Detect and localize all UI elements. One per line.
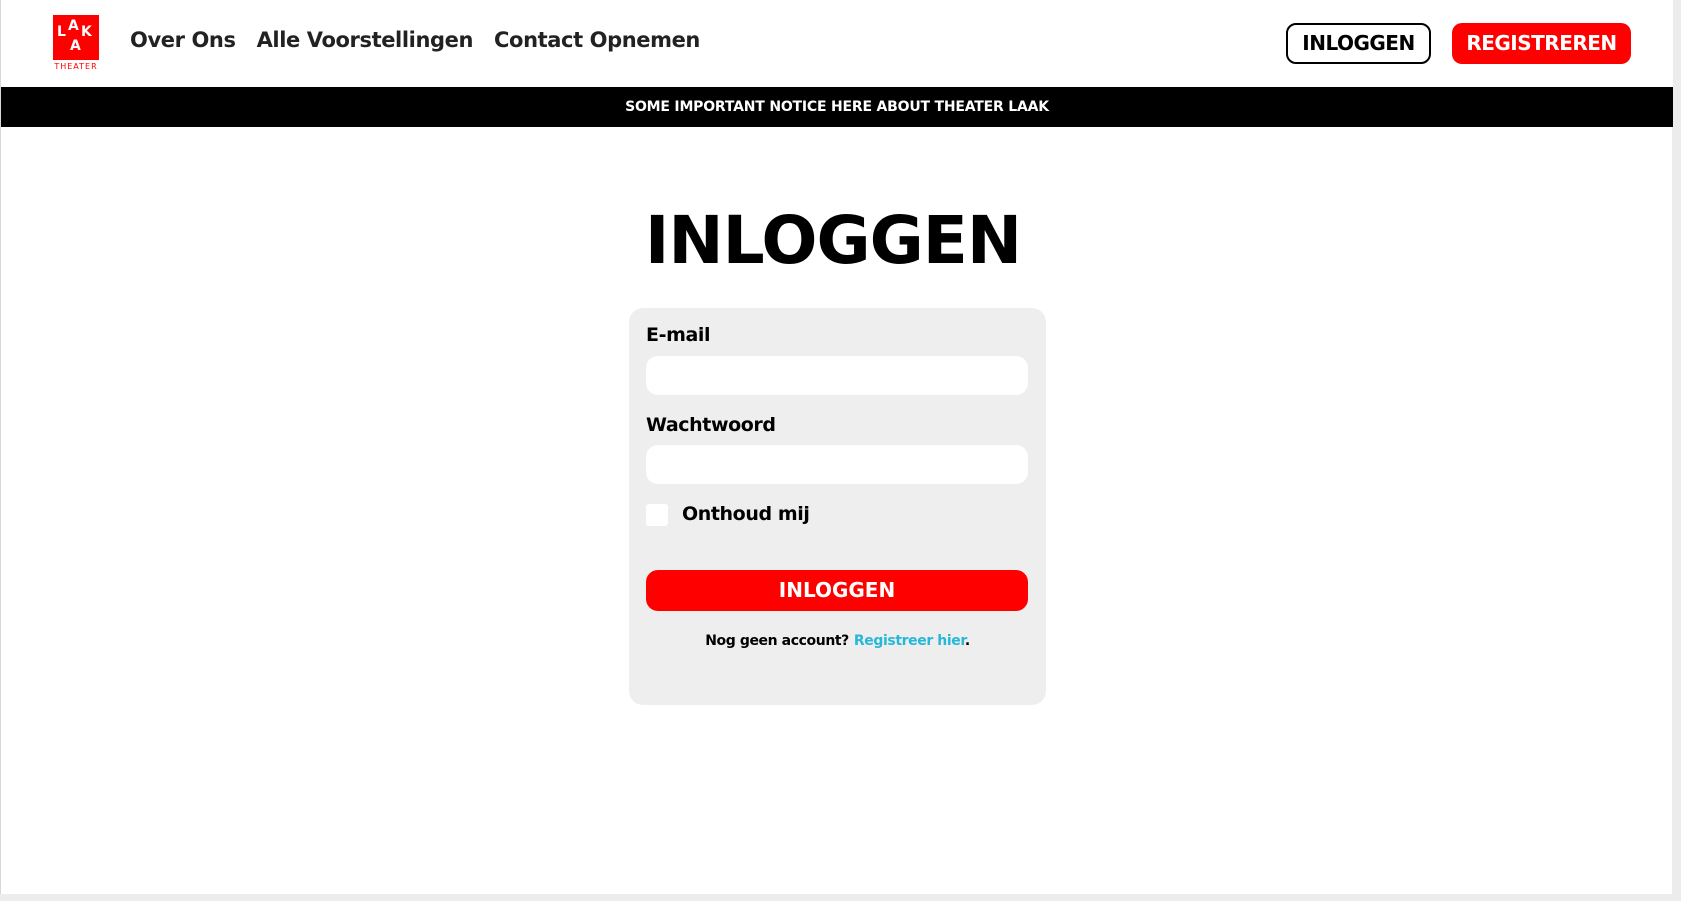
logo-caption: THEATER xyxy=(54,62,98,71)
remember-me-label: Onthoud mij xyxy=(682,503,810,525)
password-field[interactable] xyxy=(646,445,1028,484)
email-field[interactable] xyxy=(646,356,1028,395)
register-link[interactable]: Registreer hier xyxy=(854,633,965,649)
email-label: E-mail xyxy=(646,324,711,346)
page: L A K A THEATER Over Ons Alle Voorstelli… xyxy=(0,0,1673,894)
no-account-text: Nog geen account? xyxy=(705,633,849,649)
header-register-button[interactable]: REGISTREREN xyxy=(1452,23,1631,64)
register-prompt: Nog geen account? Registreer hier. xyxy=(629,633,1046,649)
header-login-button[interactable]: INLOGGEN xyxy=(1286,23,1431,64)
page-title: INLOGGEN xyxy=(644,202,1022,279)
logo-mark: L A K A xyxy=(53,15,99,60)
login-submit-button[interactable]: INLOGGEN xyxy=(646,570,1028,611)
nav-contact-opnemen[interactable]: Contact Opnemen xyxy=(494,28,700,52)
theater-laak-logo[interactable]: L A K A THEATER xyxy=(53,15,99,71)
nav-over-ons[interactable]: Over Ons xyxy=(130,28,236,52)
login-form: E-mail Wachtwoord Onthoud mij INLOGGEN N… xyxy=(629,308,1046,705)
site-header: L A K A THEATER Over Ons Alle Voorstelli… xyxy=(1,0,1673,87)
main-nav: Over Ons Alle Voorstellingen Contact Opn… xyxy=(130,28,700,52)
password-label: Wachtwoord xyxy=(646,414,776,436)
remember-me-checkbox[interactable] xyxy=(646,504,668,526)
register-suffix: . xyxy=(964,633,970,649)
nav-alle-voorstellingen[interactable]: Alle Voorstellingen xyxy=(257,28,474,52)
notice-bar: SOME IMPORTANT NOTICE HERE ABOUT THEATER… xyxy=(1,87,1673,127)
